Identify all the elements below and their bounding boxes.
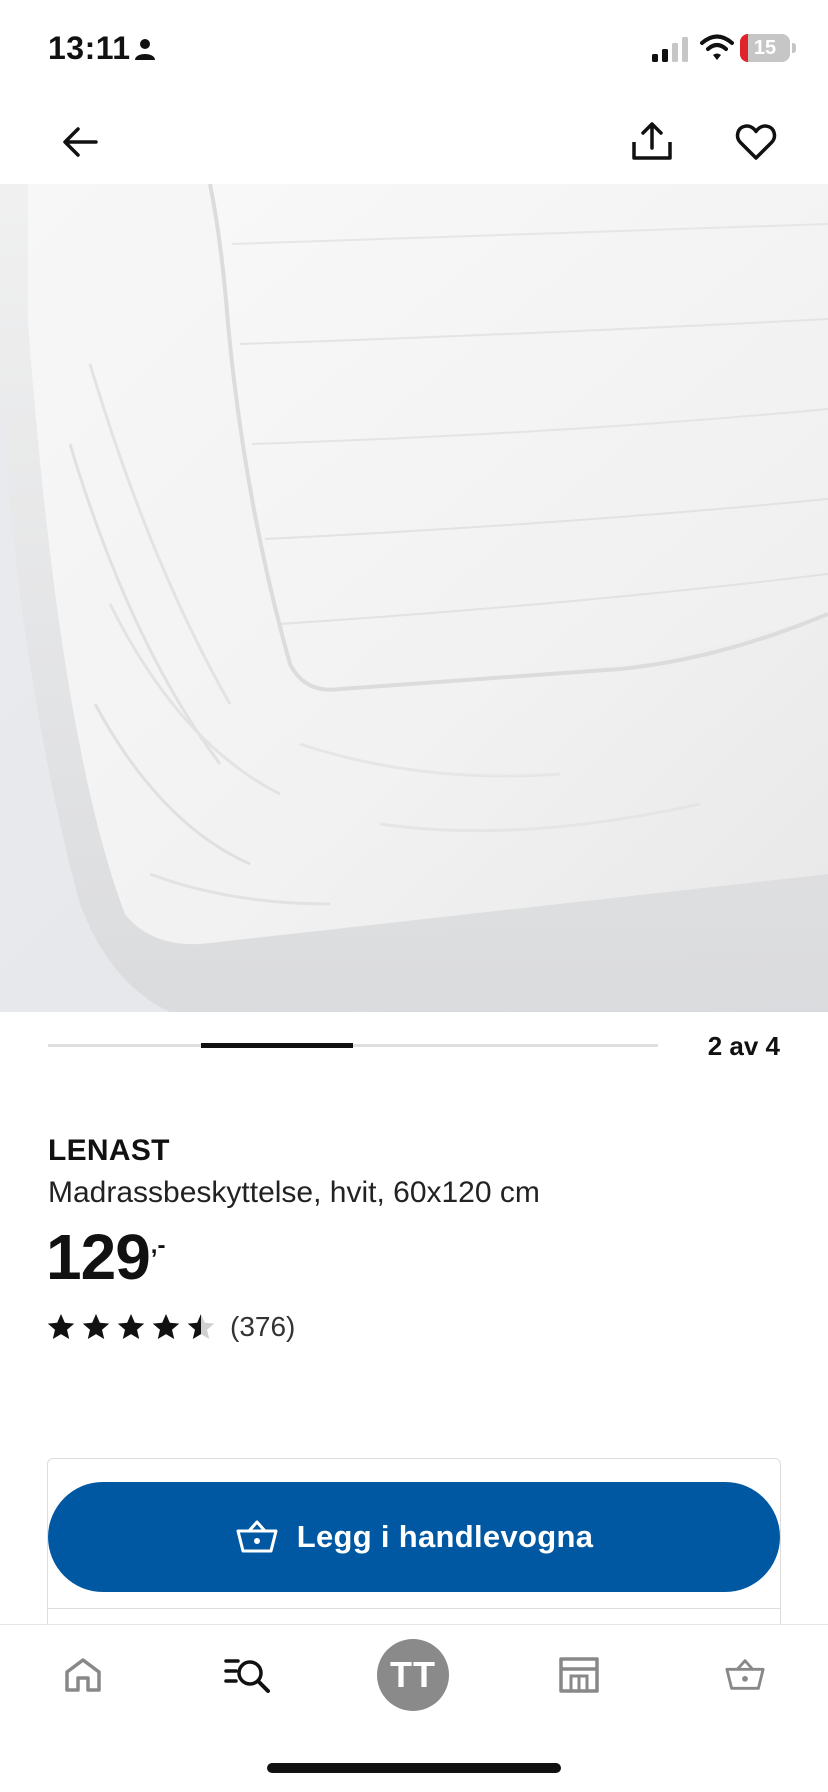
star-icon <box>152 1314 180 1339</box>
image-carousel-indicator: 2 av 4 <box>48 1030 780 1062</box>
avatar-initials: TT <box>390 1654 436 1695</box>
product-description: Madrassbeskyttelse, hvit, 60x120 cm <box>48 1176 540 1209</box>
carousel-active-segment <box>200 1043 353 1048</box>
nav-home[interactable] <box>28 1625 138 1725</box>
battery-level: 15 <box>753 37 777 59</box>
nav-profile[interactable]: TT <box>358 1625 468 1725</box>
star-icon <box>47 1314 75 1339</box>
star-icon <box>82 1314 110 1339</box>
heart-icon <box>735 124 777 160</box>
wifi-icon <box>700 34 734 60</box>
carousel-counter: 2 av 4 <box>707 1031 780 1061</box>
profile-avatar: TT <box>377 1639 449 1711</box>
rating-stars <box>46 1312 216 1342</box>
favorite-button[interactable] <box>724 110 788 174</box>
search-list-icon <box>224 1659 270 1693</box>
nav-cart[interactable] <box>690 1625 800 1725</box>
carousel-track <box>48 1044 658 1047</box>
product-name: LENAST <box>48 1134 170 1167</box>
cart-basket-icon <box>725 1659 765 1690</box>
person-icon <box>135 39 155 60</box>
home-icon <box>65 1658 101 1692</box>
product-price: 129 ,- <box>46 1222 165 1292</box>
mattress-protector-photo <box>0 184 828 1012</box>
shopping-basket-icon <box>236 1520 278 1553</box>
battery-icon: 15 <box>740 34 798 62</box>
nav-search[interactable] <box>193 1625 303 1725</box>
product-rating[interactable]: (376) <box>46 1310 295 1344</box>
review-count: (376) <box>230 1311 296 1342</box>
status-time: 13:11 <box>48 30 131 66</box>
home-indicator <box>267 1763 561 1773</box>
product-image[interactable] <box>0 184 828 1012</box>
share-icon <box>632 122 672 160</box>
price-decimal: ,- <box>150 1232 166 1259</box>
add-to-cart-button[interactable]: Legg i handlevogna <box>48 1482 780 1592</box>
store-icon <box>559 1657 599 1693</box>
back-arrow-icon <box>63 127 98 157</box>
star-icon <box>187 1314 215 1339</box>
back-button[interactable] <box>48 110 112 174</box>
price-integer: 129 <box>46 1221 151 1293</box>
status-bar: 13:11 15 <box>0 0 828 100</box>
top-bar <box>0 100 828 184</box>
add-to-cart-label: Legg i handlevogna <box>296 1519 594 1554</box>
share-button[interactable] <box>620 110 684 174</box>
card-divider <box>48 1608 780 1609</box>
nav-store[interactable] <box>524 1625 634 1725</box>
star-icon <box>117 1314 145 1339</box>
signal-icon <box>652 37 688 62</box>
